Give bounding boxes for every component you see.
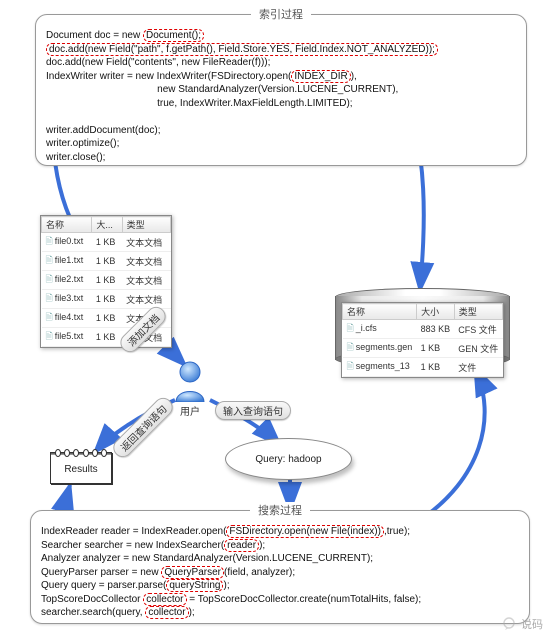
watermark-text: 说码: [521, 616, 543, 632]
label-input-query: 输入查询语句: [215, 401, 291, 420]
watermark: 说码: [501, 616, 543, 632]
table-row: segments_131 KB文件: [343, 358, 503, 377]
hl-fsdir-open: FSDirectory.open(new File(index)): [226, 525, 384, 538]
table-row: file2.txt1 KB文本文档: [42, 271, 171, 290]
index-storage-cylinder: 名称 大小 类型 _i.cfs883 KBCFS 文件 segments.gen…: [335, 288, 510, 368]
label-return-query: 返回查询语句: [109, 394, 176, 461]
table-row: file3.txt1 KB文本文档: [42, 290, 171, 309]
chat-icon: [501, 616, 517, 632]
hl-reader: reader: [224, 539, 259, 552]
table-row: segments.gen1 KBGEN 文件: [343, 339, 503, 358]
user-label: 用户: [170, 403, 210, 418]
user-icon: [172, 360, 208, 402]
table-row: _i.cfs883 KBCFS 文件: [343, 320, 503, 339]
col-name: 名称: [343, 304, 417, 320]
hl-document: Document();: [143, 29, 204, 42]
col-size: 大小: [417, 304, 455, 320]
search-process-panel: 搜索过程 IndexReader reader = IndexReader.op…: [30, 510, 530, 624]
hl-collector-2: collector: [145, 606, 188, 619]
query-text: Query: hadoop: [255, 454, 321, 465]
table-header-row: 名称 大小 类型: [343, 304, 503, 320]
col-size: 大...: [92, 217, 122, 233]
col-type: 类型: [454, 304, 502, 320]
search-panel-title: 搜索过程: [250, 502, 310, 518]
index-code-block: Document doc = new Document(); doc.add(n…: [36, 15, 526, 172]
hl-collector-1: collector: [143, 593, 186, 606]
col-type: 类型: [122, 217, 170, 233]
index-panel-title: 索引过程: [251, 6, 311, 22]
user-actor: 用户: [170, 360, 210, 420]
table-row: file1.txt1 KB文本文档: [42, 252, 171, 271]
index-process-panel: 索引过程 Document doc = new Document(); doc.…: [35, 14, 527, 166]
hl-querystring: queryString: [166, 579, 223, 592]
col-name: 名称: [42, 217, 92, 233]
table-row: file0.txt1 KB文本文档: [42, 233, 171, 252]
hl-index-dir: INDEX_DIR: [291, 70, 350, 83]
query-ellipse: Query: hadoop: [225, 438, 352, 480]
table-header-row: 名称 大... 类型: [42, 217, 171, 233]
hl-queryparser: QueryParser: [161, 566, 224, 579]
hl-doc-add-path: doc.add(new Field("path", f.getPath(), F…: [46, 43, 438, 56]
results-notepad: Results: [50, 452, 112, 484]
search-code-block: IndexReader reader = IndexReader.open(FS…: [31, 511, 529, 628]
